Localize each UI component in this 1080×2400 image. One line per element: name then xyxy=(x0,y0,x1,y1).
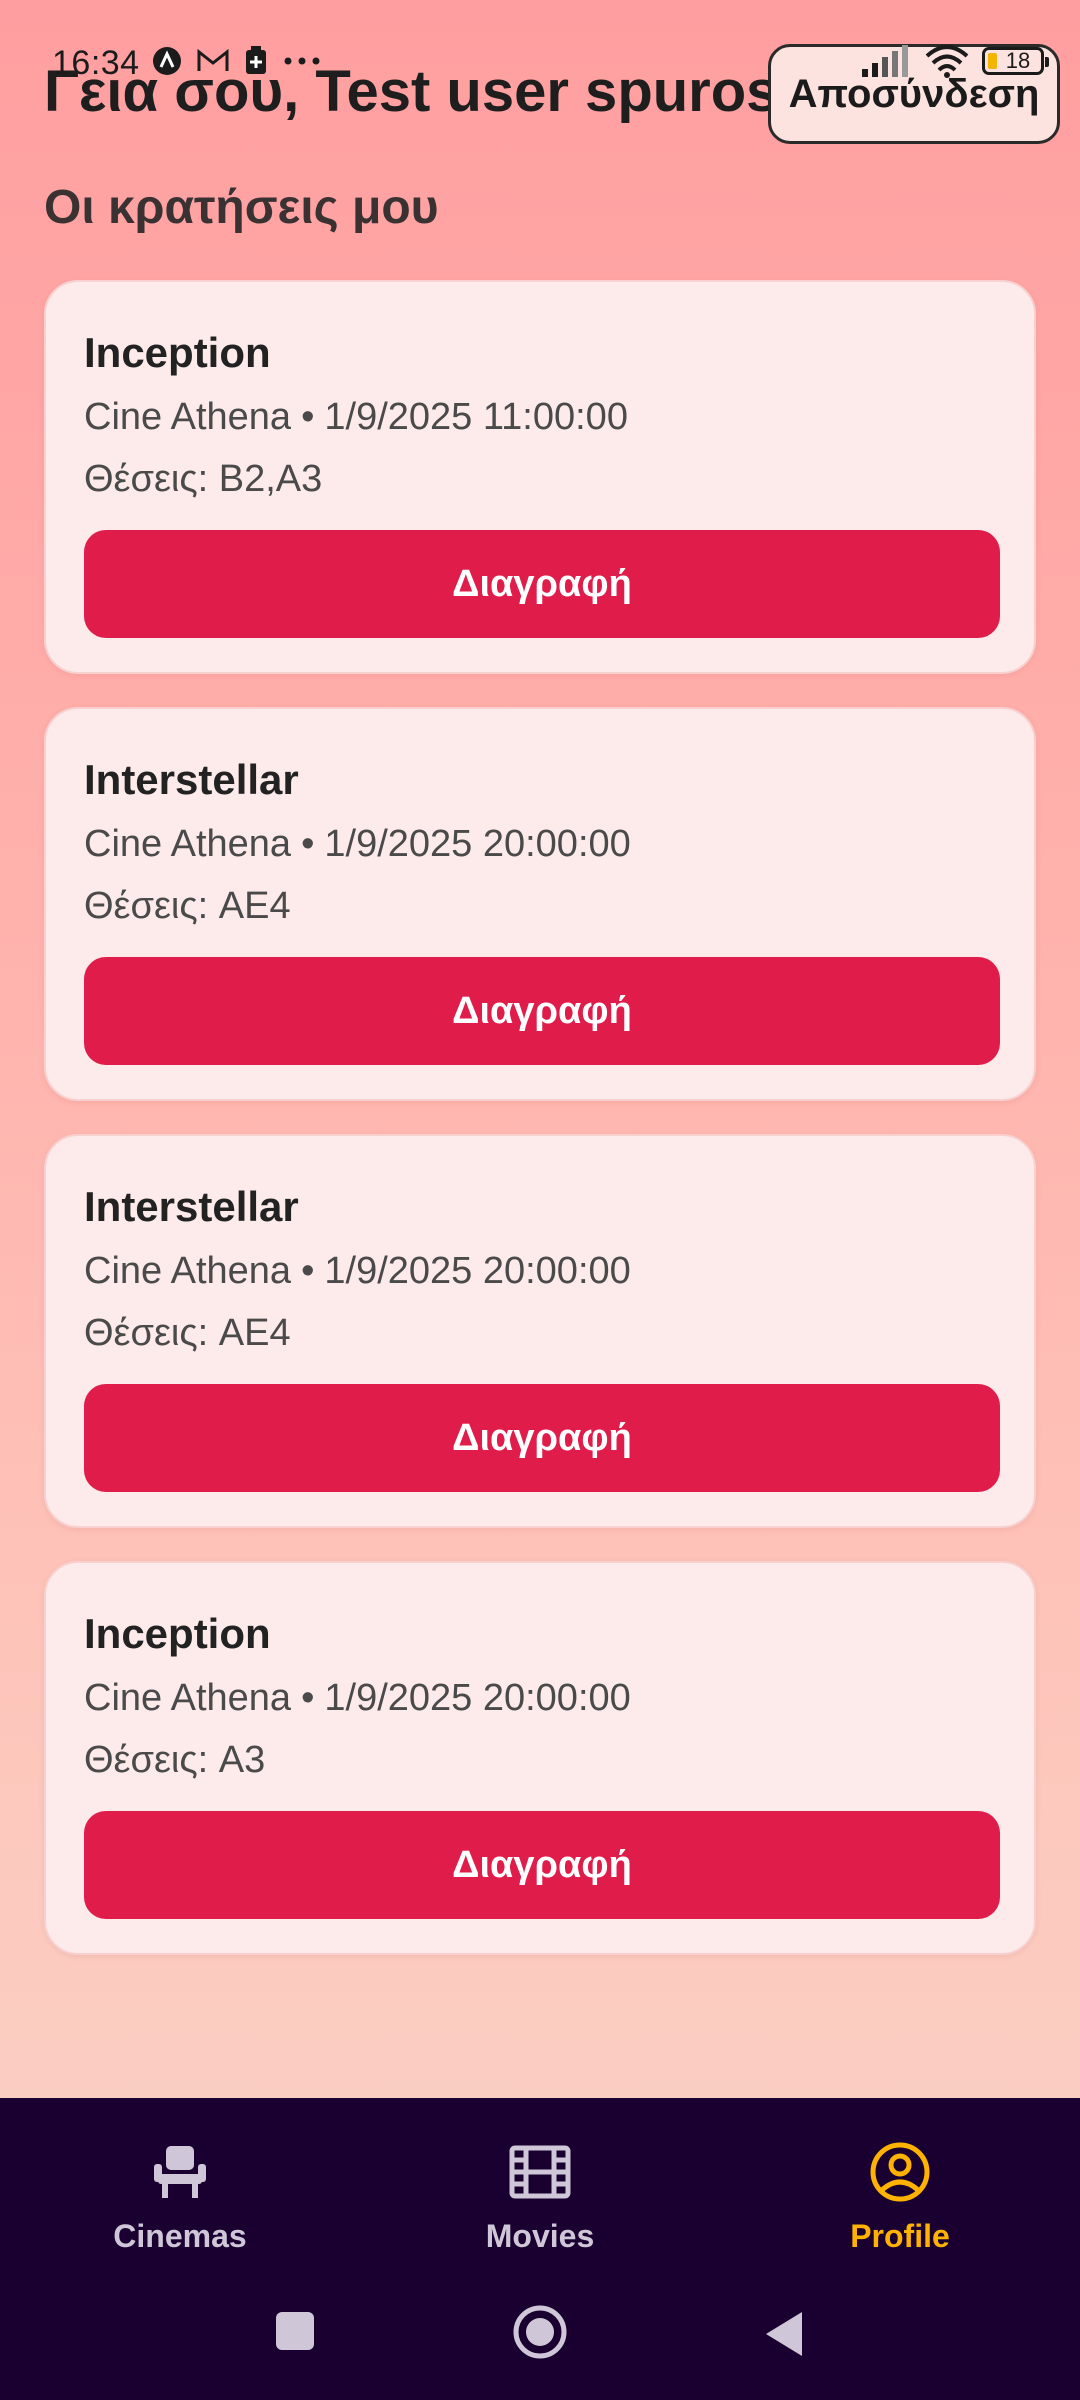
separator: • xyxy=(301,396,315,438)
booking-card: Interstellar Cine Athena • 1/9/2025 20:00:… xyxy=(44,707,1036,1101)
cinema-name: Cine Athena xyxy=(84,1677,292,1719)
delete-booking-button[interactable]: Διαγραφή xyxy=(84,530,1000,638)
logout-button[interactable]: Αποσύνδεση xyxy=(768,44,1060,144)
cinema-name: Cine Athena xyxy=(84,823,292,865)
seat-icon xyxy=(154,2146,206,2198)
movie-title: Interstellar xyxy=(84,756,299,803)
cinema-name: Cine Athena xyxy=(84,1250,292,1292)
recents-icon[interactable] xyxy=(274,2310,316,2352)
nav-item-movies[interactable]: Movies xyxy=(410,2140,670,2255)
system-navigation-bar xyxy=(0,2300,1080,2370)
back-icon[interactable] xyxy=(762,2310,806,2358)
booking-info: Cine Athena • 1/9/2025 20:00:00 xyxy=(84,825,996,863)
movie-title: Inception xyxy=(84,1610,271,1657)
delete-booking-button[interactable]: Διαγραφή xyxy=(84,1811,1000,1919)
booking-card: Inception Cine Athena • 1/9/2025 11:00:00 … xyxy=(44,280,1036,674)
movie-title: Interstellar xyxy=(84,1183,299,1230)
showtime: 1/9/2025 11:00:00 xyxy=(324,396,628,438)
seats-text: Θέσεις: AE4 xyxy=(84,885,291,927)
nav-item-profile[interactable]: Profile xyxy=(770,2140,1030,2255)
nav-item-cinemas[interactable]: Cinemas xyxy=(50,2140,310,2255)
separator: • xyxy=(301,823,315,865)
movie-title: Inception xyxy=(84,329,271,376)
seats-text: Θέσεις: AE4 xyxy=(84,1312,291,1354)
showtime: 1/9/2025 20:00:00 xyxy=(324,1250,631,1292)
cinema-name: Cine Athena xyxy=(84,396,292,438)
separator: • xyxy=(301,1250,315,1292)
profile-icon xyxy=(870,2142,930,2202)
seats-text: Θέσεις: A3 xyxy=(84,1739,266,1781)
separator: • xyxy=(301,1677,315,1719)
booking-info: Cine Athena • 1/9/2025 11:00:00 xyxy=(84,398,996,436)
nav-label-profile: Profile xyxy=(850,2218,950,2254)
booking-card: Inception Cine Athena • 1/9/2025 20:00:00 … xyxy=(44,1561,1036,1955)
delete-booking-button[interactable]: Διαγραφή xyxy=(84,957,1000,1065)
greeting-title: Γεια σου, Test user spuros xyxy=(44,59,779,124)
showtime: 1/9/2025 20:00:00 xyxy=(324,1677,631,1719)
film-icon xyxy=(509,2145,571,2199)
showtime: 1/9/2025 20:00:00 xyxy=(324,823,631,865)
booking-info: Cine Athena • 1/9/2025 20:00:00 xyxy=(84,1679,996,1717)
bookings-list: Inception Cine Athena • 1/9/2025 11:00:00 … xyxy=(44,280,1036,1988)
delete-booking-button[interactable]: Διαγραφή xyxy=(84,1384,1000,1492)
booking-info: Cine Athena • 1/9/2025 20:00:00 xyxy=(84,1252,996,1290)
seats-text: Θέσεις: B2,A3 xyxy=(84,458,323,500)
nav-label-cinemas: Cinemas xyxy=(113,2218,247,2254)
booking-card: Interstellar Cine Athena • 1/9/2025 20:00:… xyxy=(44,1134,1036,1528)
home-icon[interactable] xyxy=(512,2304,568,2360)
my-bookings-title: Οι κρατήσεις μου xyxy=(44,181,439,234)
nav-label-movies: Movies xyxy=(485,2218,595,2254)
